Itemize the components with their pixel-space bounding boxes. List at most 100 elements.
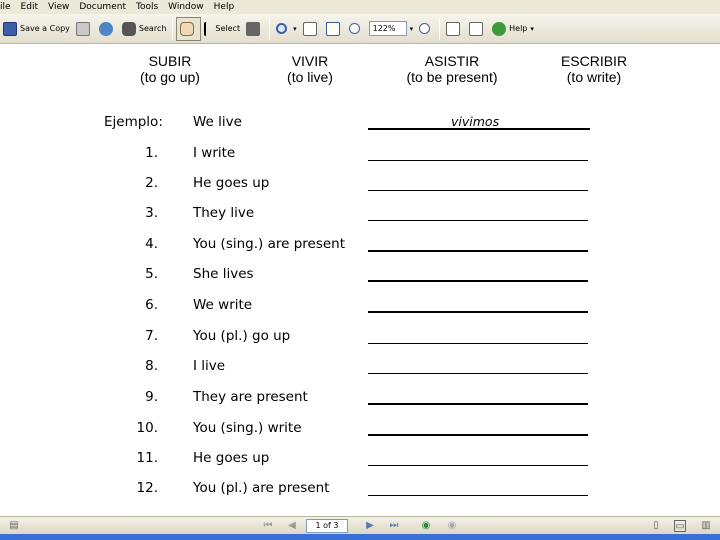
save-copy-label: Save a Copy [20,24,70,33]
exercise-row: 4. You (sing.) are present [0,236,720,256]
menu-bar: ile Edit View Document Tools Window Help [0,0,720,14]
toolbar-separator [269,17,271,40]
zoom-level-field[interactable]: 122% [368,21,407,36]
single-page-icon[interactable]: ▯ [650,520,662,532]
fit-width-icon [325,21,340,36]
item-prompt: He goes up [193,450,270,466]
exercise-row: 5. She lives [0,266,720,286]
binoculars-icon [121,21,136,36]
help-button[interactable]: Help ▾ [489,17,537,41]
zoom-tool-button[interactable]: ▾ [273,17,300,41]
plus-circle-icon [419,23,431,34]
toolbar: Save a Copy Search Select ▾ 122% ▾ Help … [0,14,720,44]
hand-tool-button[interactable] [176,16,202,41]
chevron-down-icon: ▾ [409,24,414,33]
help-icon [492,21,507,36]
taskbar [0,534,720,540]
item-number: 10. [136,420,158,436]
answer-line[interactable] [368,297,588,313]
facing-pages-icon[interactable]: ▥ [700,520,712,532]
menu-file[interactable]: ile [0,2,11,12]
answer-line[interactable] [368,480,588,496]
menu-view[interactable]: View [48,2,69,12]
answer-line[interactable] [368,450,588,466]
email-button[interactable] [96,17,119,41]
print-button[interactable] [73,17,96,41]
exercise-row: 8. I live [0,358,720,378]
toolbar-separator [439,17,441,40]
magnifier-icon [276,23,288,34]
go-forward-button[interactable]: ◉ [446,520,458,532]
verb-label: ASISTIR [424,53,480,69]
rotate-button[interactable] [443,17,466,41]
item-prompt: You (pl.) go up [193,328,291,344]
text-cursor-icon [204,21,212,36]
answer-line[interactable] [368,358,588,374]
example-label: Ejemplo: [104,114,163,130]
search-label: Search [138,24,167,33]
fit-width-button[interactable] [323,17,346,41]
search-button[interactable]: Search [119,17,169,41]
answer-line[interactable] [368,205,588,221]
item-number: 3. [145,205,158,221]
verb-meaning: (to go up) [140,69,200,85]
fit-page-icon [302,21,317,36]
save-copy-button[interactable]: Save a Copy [0,17,73,41]
minus-circle-icon [348,23,360,34]
zoom-in-button[interactable] [416,17,436,41]
previous-page-button[interactable]: ◀ [286,520,298,532]
item-prompt: You (pl.) are present [193,480,330,496]
item-number: 5. [145,266,158,282]
select-text-button[interactable]: Select [201,17,243,41]
menu-edit[interactable]: Edit [21,2,38,12]
answer-line[interactable] [368,236,588,252]
menu-window[interactable]: Window [168,2,204,12]
answer-line[interactable] [368,389,588,405]
item-prompt: They live [193,205,255,221]
toolbar-separator [172,17,174,40]
header-subir: SUBIR (to go up) [125,53,215,85]
menu-tools[interactable]: Tools [136,2,158,12]
page-layout-icon[interactable]: ▤ [8,520,20,532]
item-number: 1. [145,145,158,161]
answer-line[interactable] [368,175,588,191]
verb-meaning: (to write) [566,69,622,85]
header-asistir: ASISTIR (to be present) [392,53,512,85]
item-prompt: I write [193,145,236,161]
menu-document[interactable]: Document [79,2,126,12]
reflow-button[interactable] [466,17,489,41]
camera-icon [246,21,261,36]
continuous-page-icon[interactable]: ▭ [674,520,686,532]
example-prompt: We live [193,114,242,130]
item-prompt: I live [193,358,226,374]
last-page-button[interactable]: ⏭ [388,520,400,532]
snapshot-button[interactable] [243,17,266,41]
item-prompt: You (sing.) write [193,420,302,436]
fit-page-button[interactable] [300,17,323,41]
next-page-button[interactable]: ▶ [364,520,376,532]
exercise-row: 6. We write [0,297,720,317]
reflow-icon [469,21,484,36]
item-number: 12. [136,480,158,496]
go-back-button[interactable]: ◉ [420,520,432,532]
answer-line[interactable] [368,328,588,344]
item-prompt: They are present [193,389,308,405]
verb-meaning: (to live) [287,69,333,85]
item-prompt: You (sing.) are present [193,236,346,252]
answer-line[interactable] [368,420,588,436]
answer-line[interactable] [368,145,588,161]
answer-line[interactable] [368,266,588,282]
item-number: 7. [145,328,158,344]
page-number-field[interactable]: 1 of 3 [306,519,348,533]
item-number: 9. [145,389,158,405]
chevron-down-icon: ▾ [530,24,534,33]
item-prompt: She lives [193,266,254,282]
zoom-out-button[interactable] [346,17,366,41]
item-number: 8. [145,358,158,374]
zoom-select[interactable]: 122% ▾ [366,17,417,41]
select-label: Select [215,24,241,33]
exercise-row: 10. You (sing.) write [0,420,720,440]
first-page-button[interactable]: ⏮ [262,520,274,532]
verb-meaning: (to be present) [406,69,498,85]
menu-help[interactable]: Help [214,2,235,12]
